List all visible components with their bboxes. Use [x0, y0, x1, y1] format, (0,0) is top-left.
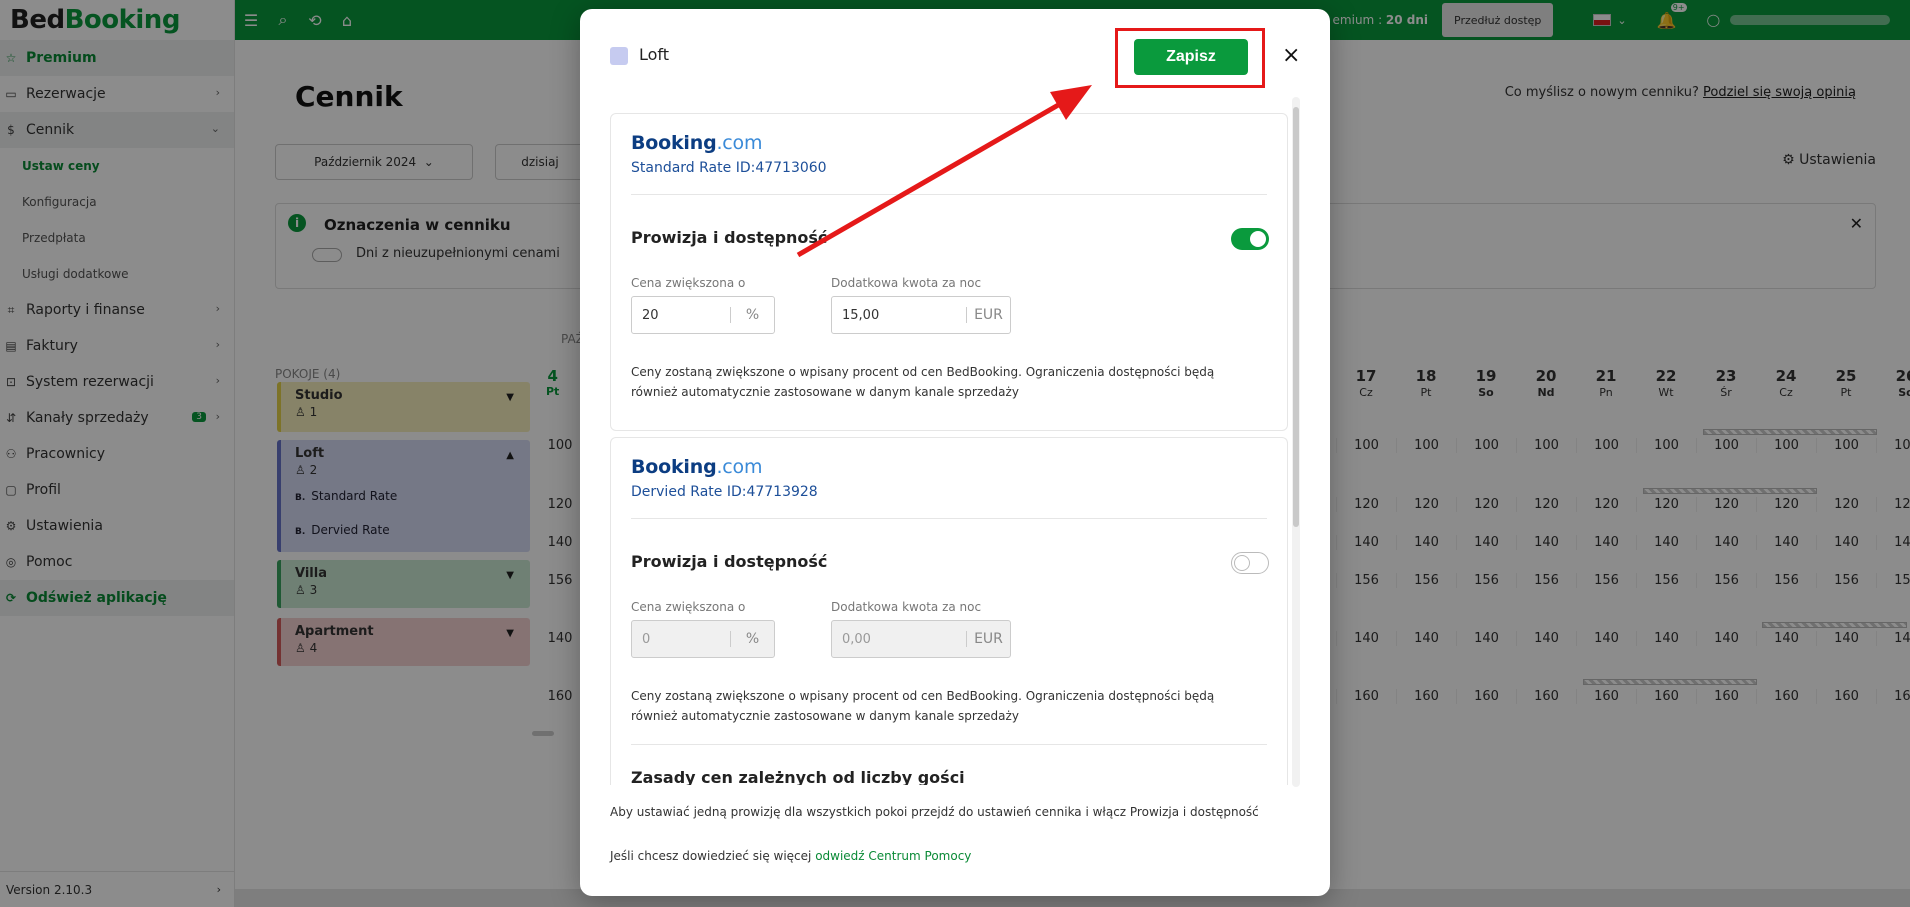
price-increase-label: Cena zwiększona o	[631, 600, 746, 614]
rate-id: Standard Rate ID:47713060	[631, 160, 827, 176]
modal-scroll-area[interactable]: Booking.com Standard Rate ID:47713060 Pr…	[610, 105, 1288, 785]
modal-title: Loft	[639, 45, 670, 64]
channel-card-standard: Booking.com Standard Rate ID:47713060 Pr…	[610, 113, 1288, 431]
input-unit: %	[730, 631, 774, 647]
scrollbar-thumb[interactable]	[1293, 107, 1299, 527]
brand-main: Booking	[631, 132, 717, 154]
brand-suffix: .com	[716, 456, 763, 478]
rate-id: Dervied Rate ID:47713928	[631, 484, 818, 500]
help-center-link[interactable]: odwiedź Centrum Pomocy	[815, 849, 971, 863]
extra-amount-input[interactable]: 15,00 EUR	[831, 296, 1011, 334]
highlight-box	[1115, 28, 1265, 88]
extra-amount-input[interactable]: 0,00 EUR	[831, 620, 1011, 658]
input-value: 20	[642, 307, 659, 323]
section-title: Prowizja i dostępność	[631, 552, 828, 571]
divider	[631, 744, 1267, 745]
price-increase-input[interactable]: 0%	[631, 620, 775, 658]
divider	[631, 518, 1267, 519]
price-increase-input[interactable]: 20%	[631, 296, 775, 334]
input-unit: EUR	[966, 631, 1010, 647]
room-color-swatch	[610, 47, 628, 65]
help-prompt: Jeśli chcesz dowiedzieć się więcej odwie…	[610, 849, 971, 863]
help-text: Jeśli chcesz dowiedzieć się więcej	[610, 849, 816, 863]
extra-amount-label: Dodatkowa kwota za noc	[831, 600, 982, 614]
toggle-knob	[1234, 555, 1250, 571]
channel-settings-modal: Loft Zapisz × Booking.com Standard Rate …	[580, 9, 1330, 896]
description-text: Ceny zostaną zwiększone o wpisany procen…	[631, 365, 1215, 399]
price-increase-label: Cena zwiększona o	[631, 276, 746, 290]
booking-logo: Booking.com	[631, 456, 762, 478]
footer-note: Aby ustawiać jedną prowizję dla wszystki…	[610, 805, 1259, 819]
toggle-knob	[1250, 231, 1266, 247]
description-text: Ceny zostaną zwiększone o wpisany procen…	[631, 689, 1215, 723]
close-icon[interactable]: ×	[1282, 43, 1300, 68]
input-value: 15,00	[842, 307, 880, 323]
booking-logo: Booking.com	[631, 132, 762, 154]
input-unit: EUR	[966, 307, 1010, 323]
brand-main: Booking	[631, 456, 717, 478]
input-value: 0,00	[842, 631, 871, 647]
guest-pricing-heading: Zasady cen zależnych od liczby gości	[631, 768, 965, 785]
brand-suffix: .com	[716, 132, 763, 154]
extra-amount-label: Dodatkowa kwota za noc	[831, 276, 982, 290]
input-unit: %	[730, 307, 774, 323]
channel-card-dervied: Booking.com Dervied Rate ID:47713928 Pro…	[610, 437, 1288, 785]
commission-toggle-off[interactable]	[1231, 552, 1269, 574]
modal-scrollbar[interactable]	[1292, 97, 1300, 787]
input-value: 0	[642, 631, 651, 647]
divider	[631, 194, 1267, 195]
commission-toggle-on[interactable]	[1231, 228, 1269, 250]
section-title: Prowizja i dostępność	[631, 228, 828, 247]
